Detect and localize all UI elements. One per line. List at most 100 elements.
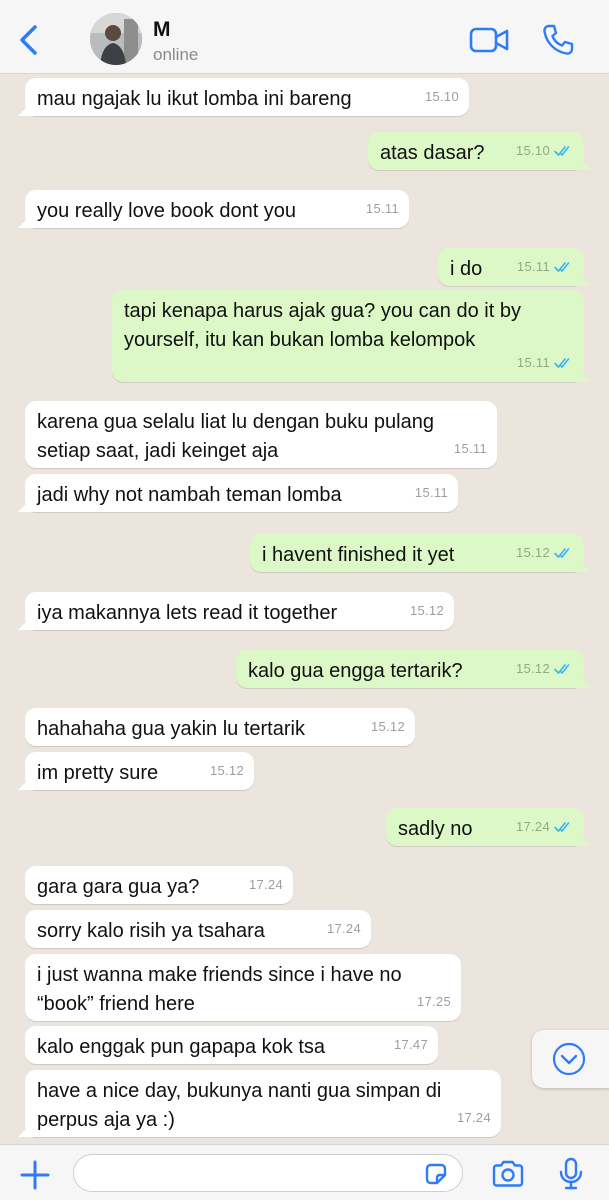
message-meta: 17.24 bbox=[327, 914, 361, 943]
camera-icon bbox=[492, 1160, 524, 1187]
message-time: 17.25 bbox=[416, 994, 451, 1009]
message-time: 15.12 bbox=[209, 763, 244, 778]
message-time: 15.11 bbox=[516, 355, 550, 370]
message-meta: 17.24 bbox=[516, 812, 574, 841]
message-meta: 15.12 bbox=[410, 596, 444, 625]
avatar[interactable] bbox=[90, 13, 142, 65]
contact-name[interactable]: M bbox=[153, 18, 171, 42]
outgoing-message[interactable]: i do 15.11 bbox=[438, 248, 584, 286]
incoming-message[interactable]: sorry kalo risih ya tsahara 17.24 bbox=[25, 910, 371, 948]
incoming-message[interactable]: kalo enggak pun gapapa kok tsa 17.47 bbox=[25, 1026, 438, 1064]
message-time: 15.12 bbox=[515, 545, 550, 560]
message-meta: 15.11 bbox=[415, 478, 448, 507]
message-text: gara gara gua ya? bbox=[37, 876, 200, 898]
incoming-message[interactable]: have a nice day, bukunya nanti gua simpa… bbox=[25, 1070, 501, 1137]
message-time: 15.12 bbox=[370, 719, 405, 734]
incoming-message[interactable]: i just wanna make friends since i have n… bbox=[25, 954, 461, 1021]
plus-icon bbox=[20, 1160, 50, 1190]
message-text: sorry kalo risih ya tsahara bbox=[37, 920, 265, 942]
message-meta: 15.11 bbox=[366, 194, 399, 223]
composer-bar bbox=[0, 1144, 609, 1200]
message-text: yourself, itu kan bukan lomba kelompok bbox=[124, 329, 476, 351]
message-text: iya makannya lets read it together bbox=[37, 602, 338, 624]
message-time: 17.24 bbox=[456, 1110, 491, 1125]
message-meta: 17.24 bbox=[249, 870, 283, 899]
message-meta: 17.25 bbox=[417, 987, 451, 1016]
incoming-message[interactable]: mau ngajak lu ikut lomba ini bareng 15.10 bbox=[25, 78, 469, 116]
message-text: have a nice day, bukunya nanti gua simpa… bbox=[37, 1080, 442, 1102]
incoming-message[interactable]: im pretty sure 15.12 bbox=[25, 752, 254, 790]
message-text: setiap saat, jadi keinget aja bbox=[37, 440, 279, 462]
message-meta: 15.12 bbox=[371, 712, 405, 741]
message-meta: 15.11 bbox=[517, 348, 574, 377]
message-list[interactable]: mau ngajak lu ikut lomba ini bareng 15.10… bbox=[0, 74, 609, 1144]
outgoing-message[interactable]: i havent finished it yet 15.12 bbox=[250, 534, 584, 572]
microphone-button[interactable] bbox=[558, 1157, 584, 1191]
microphone-icon bbox=[559, 1157, 583, 1190]
message-time: 15.12 bbox=[515, 661, 550, 676]
incoming-message[interactable]: jadi why not nambah teman lomba 15.11 bbox=[25, 474, 458, 512]
voice-call-button[interactable] bbox=[540, 22, 576, 58]
sticker-button[interactable] bbox=[423, 1161, 449, 1187]
message-time: 15.11 bbox=[365, 201, 399, 216]
message-meta: 15.11 bbox=[454, 434, 487, 463]
back-button[interactable] bbox=[14, 22, 46, 58]
message-meta: 15.12 bbox=[516, 654, 574, 683]
message-meta: 15.11 bbox=[517, 252, 574, 281]
outgoing-message[interactable]: sadly no 17.24 bbox=[386, 808, 584, 846]
message-text: tapi kenapa harus ajak gua? you can do i… bbox=[124, 300, 521, 322]
message-time: 17.24 bbox=[515, 819, 550, 834]
message-meta: 17.47 bbox=[394, 1030, 428, 1059]
sticker-icon bbox=[425, 1163, 447, 1185]
incoming-message[interactable]: gara gara gua ya? 17.24 bbox=[25, 866, 293, 904]
message-time: 15.12 bbox=[409, 603, 444, 618]
chevron-left-icon bbox=[20, 25, 37, 55]
message-time: 17.47 bbox=[393, 1037, 428, 1052]
incoming-message[interactable]: you really love book dont you 15.11 bbox=[25, 190, 409, 228]
double-check-icon bbox=[554, 821, 570, 832]
video-camera-icon bbox=[469, 27, 509, 53]
chat-header: M online bbox=[0, 0, 609, 74]
double-check-icon bbox=[554, 261, 570, 272]
message-time: 17.24 bbox=[326, 921, 361, 936]
message-meta: 17.24 bbox=[457, 1103, 491, 1132]
avatar-photo bbox=[90, 13, 142, 65]
message-text: perpus aja ya :) bbox=[37, 1109, 175, 1131]
double-check-icon bbox=[554, 663, 570, 674]
message-time: 15.11 bbox=[414, 485, 448, 500]
incoming-message[interactable]: hahahaha gua yakin lu tertarik 15.12 bbox=[25, 708, 415, 746]
message-meta: 15.12 bbox=[210, 756, 244, 785]
outgoing-message[interactable]: kalo gua engga tertarik? 15.12 bbox=[236, 650, 584, 688]
contact-status: online bbox=[153, 45, 199, 64]
chevron-down-circle-icon bbox=[552, 1042, 586, 1076]
phone-icon bbox=[543, 24, 574, 55]
message-text: kalo enggak pun gapapa kok tsa bbox=[37, 1036, 325, 1058]
incoming-message[interactable]: karena gua selalu liat lu dengan buku pu… bbox=[25, 401, 497, 468]
scroll-to-bottom-button[interactable] bbox=[532, 1030, 609, 1088]
message-time: 15.10 bbox=[424, 89, 459, 104]
message-time: 15.10 bbox=[515, 143, 550, 158]
double-check-icon bbox=[554, 357, 570, 368]
message-time: 17.24 bbox=[248, 877, 283, 892]
double-check-icon bbox=[554, 547, 570, 558]
message-meta: 15.10 bbox=[425, 82, 459, 111]
message-text: jadi why not nambah teman lomba bbox=[37, 484, 342, 506]
message-input[interactable] bbox=[73, 1154, 463, 1192]
camera-button[interactable] bbox=[490, 1159, 526, 1189]
incoming-message[interactable]: iya makannya lets read it together 15.12 bbox=[25, 592, 454, 630]
double-check-icon bbox=[554, 145, 570, 156]
message-text: mau ngajak lu ikut lomba ini bareng bbox=[37, 88, 352, 110]
message-text: karena gua selalu liat lu dengan buku pu… bbox=[37, 411, 434, 433]
message-meta: 15.12 bbox=[516, 538, 574, 567]
video-call-button[interactable] bbox=[468, 24, 510, 56]
message-text: “book” friend here bbox=[37, 993, 195, 1015]
message-meta: 15.10 bbox=[516, 136, 574, 165]
outgoing-message[interactable]: tapi kenapa harus ajak gua? you can do i… bbox=[112, 290, 584, 382]
message-time: 15.11 bbox=[453, 441, 487, 456]
attach-button[interactable] bbox=[18, 1158, 52, 1192]
message-text: you really love book dont you bbox=[37, 200, 297, 222]
message-time: 15.11 bbox=[516, 259, 550, 274]
message-text: hahahaha gua yakin lu tertarik bbox=[37, 718, 305, 740]
message-text: i just wanna make friends since i have n… bbox=[37, 964, 402, 986]
outgoing-message[interactable]: atas dasar? 15.10 bbox=[368, 132, 584, 170]
